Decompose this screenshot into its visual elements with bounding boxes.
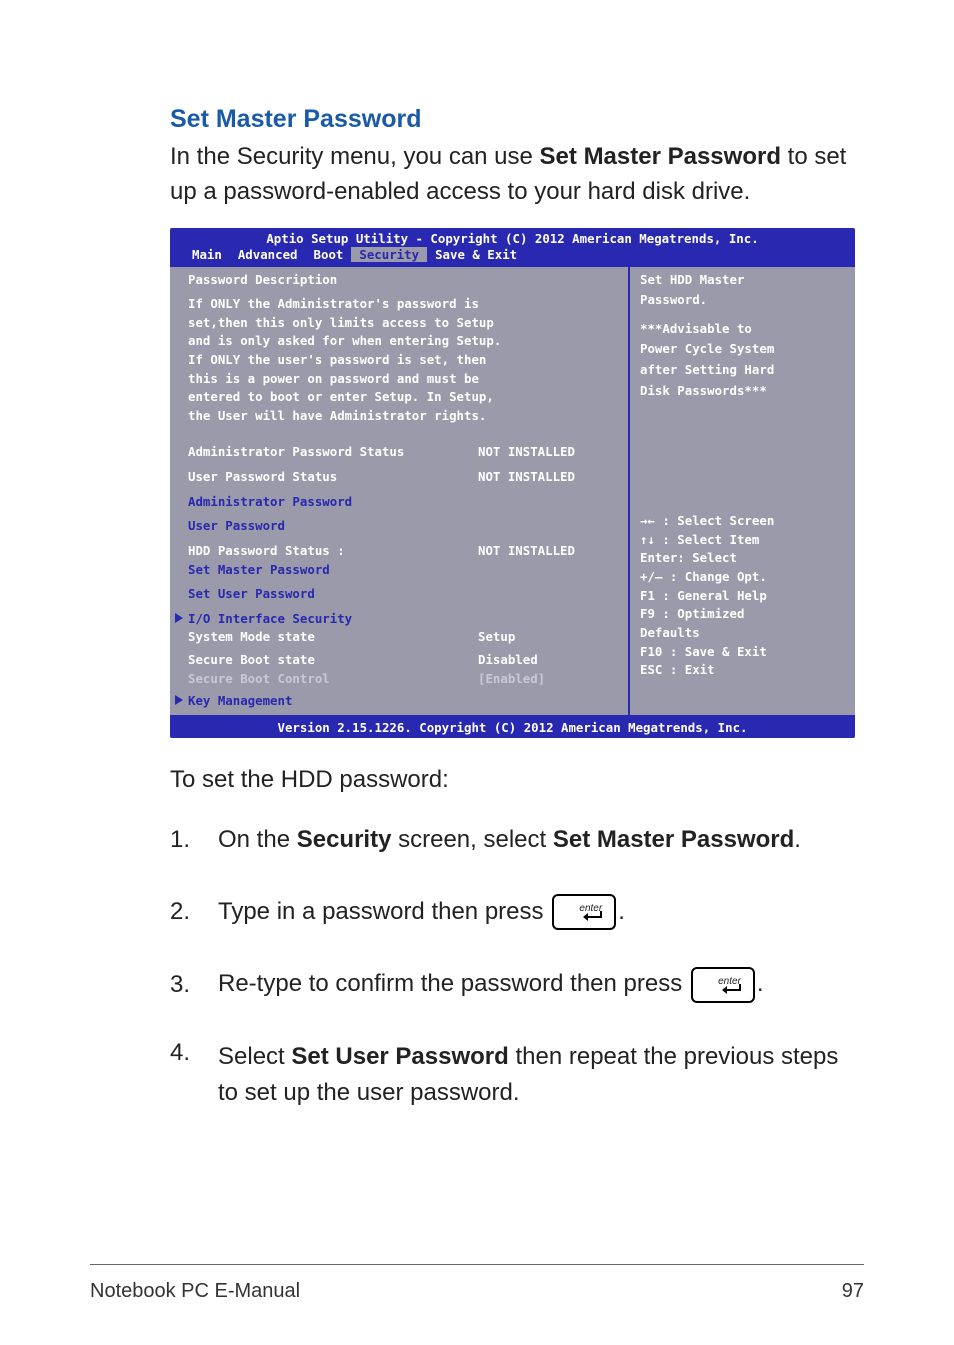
bios-hdd-status-label: HDD Password Status : xyxy=(188,542,478,561)
bios-body: Password Description If ONLY the Adminis… xyxy=(170,265,855,717)
bios-key-line: F10 : Save & Exit xyxy=(640,643,847,662)
bios-key-line: ESC : Exit xyxy=(640,661,847,680)
bios-key-line: Enter: Select xyxy=(640,549,847,568)
step-number: 3. xyxy=(170,971,218,999)
bios-system-mode-label: System Mode state xyxy=(188,628,478,647)
step-bold: Security xyxy=(297,826,392,853)
bios-desc-line: set,then this only limits access to Setu… xyxy=(188,314,618,333)
bios-admin-status-label: Administrator Password Status xyxy=(188,443,478,462)
bios-tabs: Main Advanced Boot Security Save & Exit xyxy=(170,247,855,265)
intro-bold: Set Master Password xyxy=(540,143,781,170)
bios-key-line: +/— : Change Opt. xyxy=(640,568,847,587)
bios-admin-password: Administrator Password xyxy=(188,493,618,512)
bios-help-line: Password. xyxy=(640,291,847,310)
bios-admin-status-row: Administrator Password Status NOT INSTAL… xyxy=(188,443,618,462)
bios-screenshot: Aptio Setup Utility - Copyright (C) 2012… xyxy=(170,228,855,738)
bios-system-mode-value: Setup xyxy=(478,628,618,647)
bios-io-interface-security: I/O Interface Security xyxy=(188,610,618,629)
bios-right-panel: Set HDD Master Password. ***Advisable to… xyxy=(630,267,855,715)
bios-help-line: Power Cycle System xyxy=(640,340,847,359)
step-2: 2. Type in a password then press enter. xyxy=(170,894,864,931)
bios-user-status-row: User Password Status NOT INSTALLED xyxy=(188,468,618,487)
step-text: Type in a password then press xyxy=(218,898,550,925)
bios-hdd-status-value: NOT INSTALLED xyxy=(478,542,618,561)
bios-key-line: ↑↓ : Select Item xyxy=(640,531,847,550)
step-bold: Set Master Password xyxy=(553,826,794,853)
step-text: Re-type to confirm the password then pre… xyxy=(218,970,689,997)
bios-secure-boot-control-value: [Enabled] xyxy=(478,670,618,689)
step-bold: Set User Password xyxy=(291,1043,508,1070)
bios-key-line: Defaults xyxy=(640,624,847,643)
step-body: Select Set User Password then repeat the… xyxy=(218,1039,864,1111)
step-text: On the xyxy=(218,826,297,853)
bios-system-mode-row: System Mode state Setup xyxy=(188,628,618,647)
enter-key-icon: enter xyxy=(552,894,616,930)
bios-tab-boot: Boot xyxy=(306,247,352,262)
step-text: Select xyxy=(218,1043,291,1070)
step-text: screen, select xyxy=(391,826,552,853)
page-footer: Notebook PC E-Manual 97 xyxy=(90,1280,864,1303)
bios-desc-line: If ONLY the user's password is set, then xyxy=(188,351,618,370)
bios-set-master-password: Set Master Password xyxy=(188,561,618,580)
step-text: . xyxy=(794,826,801,853)
footer-left: Notebook PC E-Manual xyxy=(90,1280,300,1303)
step-number: 1. xyxy=(170,826,218,854)
bios-key-line: →← : Select Screen xyxy=(640,512,847,531)
intro-text: In the Security menu, you can use xyxy=(170,143,540,170)
bios-title: Aptio Setup Utility - Copyright (C) 2012… xyxy=(170,228,855,247)
intro-paragraph: In the Security menu, you can use Set Ma… xyxy=(170,140,864,210)
bios-tab-save-exit: Save & Exit xyxy=(427,247,525,262)
bios-desc-line: If ONLY the Administrator's password is xyxy=(188,295,618,314)
step-body: Type in a password then press enter. xyxy=(218,894,864,931)
footer-page-number: 97 xyxy=(842,1280,864,1303)
footer-divider xyxy=(90,1264,864,1265)
bios-key-line: F9 : Optimized xyxy=(640,605,847,624)
bios-secure-boot-state-label: Secure Boot state xyxy=(188,651,478,670)
bios-hdd-status-row: HDD Password Status : NOT INSTALLED xyxy=(188,542,618,561)
bios-key-line: F1 : General Help xyxy=(640,587,847,606)
bios-desc-line: entered to boot or enter Setup. In Setup… xyxy=(188,388,618,407)
bios-desc-line: this is a power on password and must be xyxy=(188,370,618,389)
bios-user-password: User Password xyxy=(188,517,618,536)
bios-secure-boot-control-label: Secure Boot Control xyxy=(188,670,478,689)
bios-admin-status-value: NOT INSTALLED xyxy=(478,443,618,462)
bios-help-line: ***Advisable to xyxy=(640,320,847,339)
bios-version: Version 2.15.1226. Copyright (C) 2012 Am… xyxy=(170,717,855,738)
bios-set-user-password: Set User Password xyxy=(188,585,618,604)
bios-key-management: Key Management xyxy=(188,692,618,711)
step-4: 4. Select Set User Password then repeat … xyxy=(170,1039,864,1111)
bios-desc-line: and is only asked for when entering Setu… xyxy=(188,332,618,351)
bios-user-status-value: NOT INSTALLED xyxy=(478,468,618,487)
step-text: . xyxy=(618,898,625,925)
step-1: 1. On the Security screen, select Set Ma… xyxy=(170,822,864,858)
enter-key-icon: enter xyxy=(691,967,755,1003)
step-number: 2. xyxy=(170,898,218,926)
bios-secure-boot-control-row: Secure Boot Control [Enabled] xyxy=(188,670,618,689)
bios-user-status-label: User Password Status xyxy=(188,468,478,487)
bios-tab-security: Security xyxy=(351,247,427,262)
bios-left-panel: Password Description If ONLY the Adminis… xyxy=(170,267,630,715)
step-3: 3. Re-type to confirm the password then … xyxy=(170,966,864,1003)
to-set-text: To set the HDD password: xyxy=(170,766,864,794)
step-text: . xyxy=(757,970,764,997)
step-body: On the Security screen, select Set Maste… xyxy=(218,822,864,858)
bios-desc-line: the User will have Administrator rights. xyxy=(188,407,618,426)
bios-tab-main: Main xyxy=(184,247,230,262)
bios-secure-boot-state-row: Secure Boot state Disabled xyxy=(188,651,618,670)
section-heading: Set Master Password xyxy=(170,105,864,134)
step-number: 4. xyxy=(170,1039,218,1067)
bios-tab-advanced: Advanced xyxy=(230,247,306,262)
bios-help-line: after Setting Hard xyxy=(640,361,847,380)
step-body: Re-type to confirm the password then pre… xyxy=(218,966,864,1003)
bios-secure-boot-state-value: Disabled xyxy=(478,651,618,670)
bios-help-line: Set HDD Master xyxy=(640,271,847,290)
bios-password-description-title: Password Description xyxy=(188,271,618,290)
bios-help-line: Disk Passwords*** xyxy=(640,382,847,401)
